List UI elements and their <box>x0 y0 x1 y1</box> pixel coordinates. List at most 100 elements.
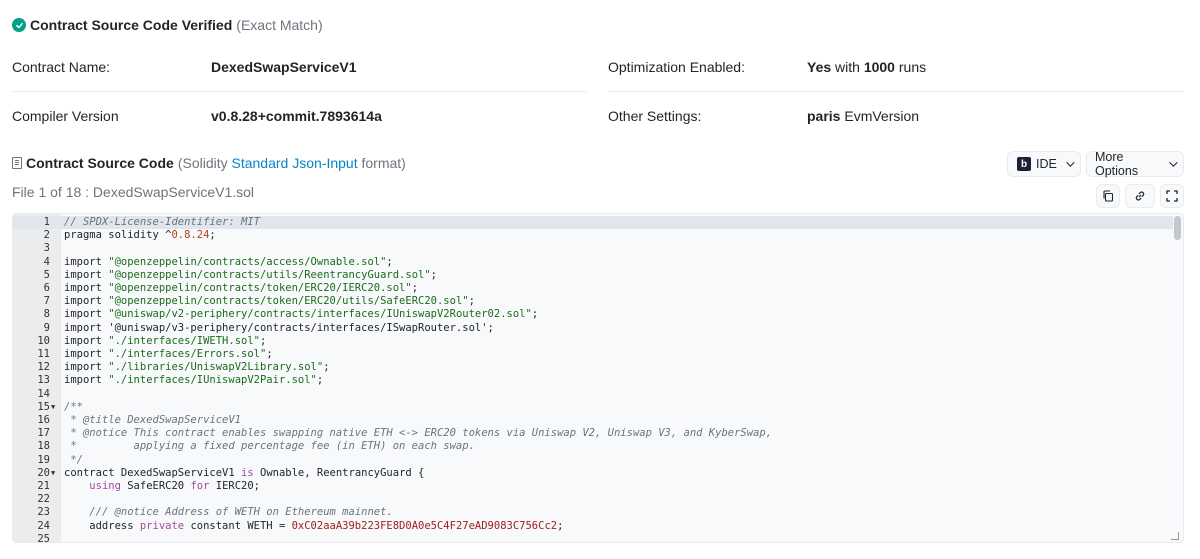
ide-dropdown-button[interactable]: b IDE <box>1007 151 1081 177</box>
compiler-label: Compiler Version <box>12 108 119 124</box>
line-number: 13 <box>37 374 50 387</box>
source-code-header: Contract Source Code (Solidity Standard … <box>12 152 406 174</box>
chevron-down-icon <box>1066 158 1075 167</box>
code-line: 8 import "@uniswap/v2-periphery/contracts… <box>13 308 1173 321</box>
line-number: 19 <box>37 453 50 466</box>
code-text: import "@openzeppelin/contracts/token/ER… <box>64 295 475 308</box>
fullscreen-icon <box>1166 190 1178 202</box>
code-line: 10 import "./interfaces/IWETH.sol"; <box>13 335 1173 348</box>
line-number: 24 <box>37 519 50 532</box>
line-number: 20 <box>37 466 50 479</box>
code-line: 19 */ <box>13 454 1173 467</box>
code-line: 14 <box>13 388 1173 401</box>
code-line: 16 * @title DexedSwapServiceV1 <box>13 414 1173 427</box>
optimization-value: Yes with 1000 runs <box>807 59 927 75</box>
line-number: 1 <box>43 216 50 228</box>
code-line: 9 import '@uniswap/v3-periphery/contracts… <box>13 322 1173 335</box>
line-number: 16 <box>37 414 50 426</box>
line-number: 17 <box>37 427 50 440</box>
contract-name-value: DexedSwapServiceV1 <box>211 59 357 75</box>
source-code-title: Contract Source Code <box>26 155 174 171</box>
fullscreen-button[interactable] <box>1160 184 1184 208</box>
source-code-format: (Solidity Standard Json-Input format) <box>177 155 406 171</box>
code-text: import "./libraries/UniswapV2Library.sol… <box>64 361 330 374</box>
link-icon <box>1135 191 1145 201</box>
line-number: 8 <box>43 308 50 321</box>
file-label: File 1 of 18 : DexedSwapServiceV1.sol <box>12 184 255 200</box>
line-number: 9 <box>43 321 50 334</box>
contract-name-row: Contract Name: DexedSwapServiceV1 <box>12 43 587 91</box>
line-number: 12 <box>37 361 50 374</box>
verified-subtitle: (Exact Match) <box>236 17 323 33</box>
standard-json-input-link[interactable]: Standard Json-Input <box>232 155 358 171</box>
code-editor[interactable]: 1 // SPDX-License-Identifier: MIT 2 pragma … <box>12 213 1184 543</box>
line-number: 14 <box>37 387 50 400</box>
verified-title: Contract Source Code Verified <box>30 17 233 33</box>
code-line: 24 address private constant WETH = 0xC02… <box>13 520 1173 533</box>
code-text: import "@openzeppelin/contracts/access/O… <box>64 255 393 268</box>
check-circle-icon <box>12 18 26 32</box>
line-number: 10 <box>37 334 50 347</box>
code-line: 23 /// @notice Address of WETH on Ethere… <box>13 506 1173 519</box>
copy-button[interactable] <box>1096 184 1120 208</box>
code-text: import '@uniswap/v3-periphery/contracts/… <box>64 321 494 334</box>
code-line: 22 <box>13 493 1173 506</box>
resize-handle[interactable] <box>1171 532 1179 540</box>
code-text: import "@openzeppelin/contracts/utils/Re… <box>64 268 437 281</box>
copy-link-button[interactable] <box>1125 184 1155 208</box>
code-text: import "./interfaces/IUniswapV2Pair.sol"… <box>64 374 324 387</box>
line-number: 2 <box>43 229 50 242</box>
file-code-icon <box>12 157 22 169</box>
line-number: 23 <box>37 506 50 519</box>
optimization-label: Optimization Enabled: <box>608 59 745 75</box>
code-text: * @title DexedSwapServiceV1 <box>64 414 242 426</box>
line-number: 6 <box>43 282 50 294</box>
code-text: /** <box>64 400 83 413</box>
chevron-down-icon <box>1169 158 1178 167</box>
compiler-value: v0.8.28+commit.7893614a <box>211 108 382 124</box>
code-text: /// @notice Address of WETH on Ethereum … <box>89 506 393 519</box>
code-line: 25 <box>13 532 1173 543</box>
fold-toggle-icon[interactable]: ▼ <box>51 467 59 480</box>
line-number: 15 <box>37 400 50 413</box>
more-options-button[interactable]: More Options <box>1086 150 1184 178</box>
line-number: 11 <box>37 348 50 360</box>
code-line: 11 import "./interfaces/Errors.sol"; <box>13 348 1173 361</box>
editor-scrollbar[interactable] <box>1174 216 1181 240</box>
code-line: 6 import "@openzeppelin/contracts/token/E… <box>13 282 1173 295</box>
code-line: 21 using SafeERC20 for IERC20; <box>13 480 1173 493</box>
code-line: 2 pragma solidity ^0.8.24; <box>13 229 1173 242</box>
code-line: 18 * applying a fixed percentage fee (in… <box>13 440 1173 453</box>
code-line: 1 // SPDX-License-Identifier: MIT <box>13 216 1173 230</box>
code-text: import "./interfaces/Errors.sol"; <box>64 348 273 360</box>
verified-banner: Contract Source Code Verified (Exact Mat… <box>12 14 323 36</box>
optimization-row: Optimization Enabled: Yes with 1000 runs <box>608 43 1184 91</box>
line-number: 7 <box>43 295 50 308</box>
fold-toggle-icon[interactable]: ▼ <box>51 401 59 414</box>
code-text: using SafeERC20 for IERC20; <box>89 480 260 492</box>
settings-row: Other Settings: paris EvmVersion <box>608 92 1184 140</box>
code-line: 12 import "./libraries/UniswapV2Library.s… <box>13 361 1173 374</box>
code-line: 20 ▼ contract DexedSwapServiceV1 is Ownabl… <box>13 467 1173 480</box>
line-number: 3 <box>43 242 50 255</box>
compiler-row: Compiler Version v0.8.28+commit.7893614a <box>12 92 587 140</box>
code-text: * @notice This contract enables swapping… <box>64 427 773 440</box>
code-text: import "@openzeppelin/contracts/token/ER… <box>64 282 419 294</box>
line-number: 21 <box>37 480 50 492</box>
code-text: // SPDX-License-Identifier: MIT <box>64 216 260 228</box>
settings-label: Other Settings: <box>608 108 702 124</box>
code-line: 5 import "@openzeppelin/contracts/utils/R… <box>13 269 1173 282</box>
more-options-label: More Options <box>1095 150 1139 178</box>
code-line: 13 import "./interfaces/IUniswapV2Pair.so… <box>13 374 1173 387</box>
line-number: 18 <box>37 440 50 453</box>
ide-logo-icon: b <box>1017 157 1031 171</box>
code-line: 15 ▼ /** <box>13 401 1173 414</box>
contract-name-label: Contract Name: <box>12 59 111 75</box>
code-line: 7 import "@openzeppelin/contracts/token/E… <box>13 295 1173 308</box>
line-number: 25 <box>37 532 50 543</box>
code-text: address private constant WETH = 0xC02aaA… <box>64 519 564 532</box>
code-text: contract DexedSwapServiceV1 is Ownable, … <box>64 466 425 479</box>
code-line: 4 import "@openzeppelin/contracts/access/… <box>13 256 1173 269</box>
code-text: */ <box>64 453 83 466</box>
code-text: pragma solidity ^0.8.24; <box>64 229 216 242</box>
